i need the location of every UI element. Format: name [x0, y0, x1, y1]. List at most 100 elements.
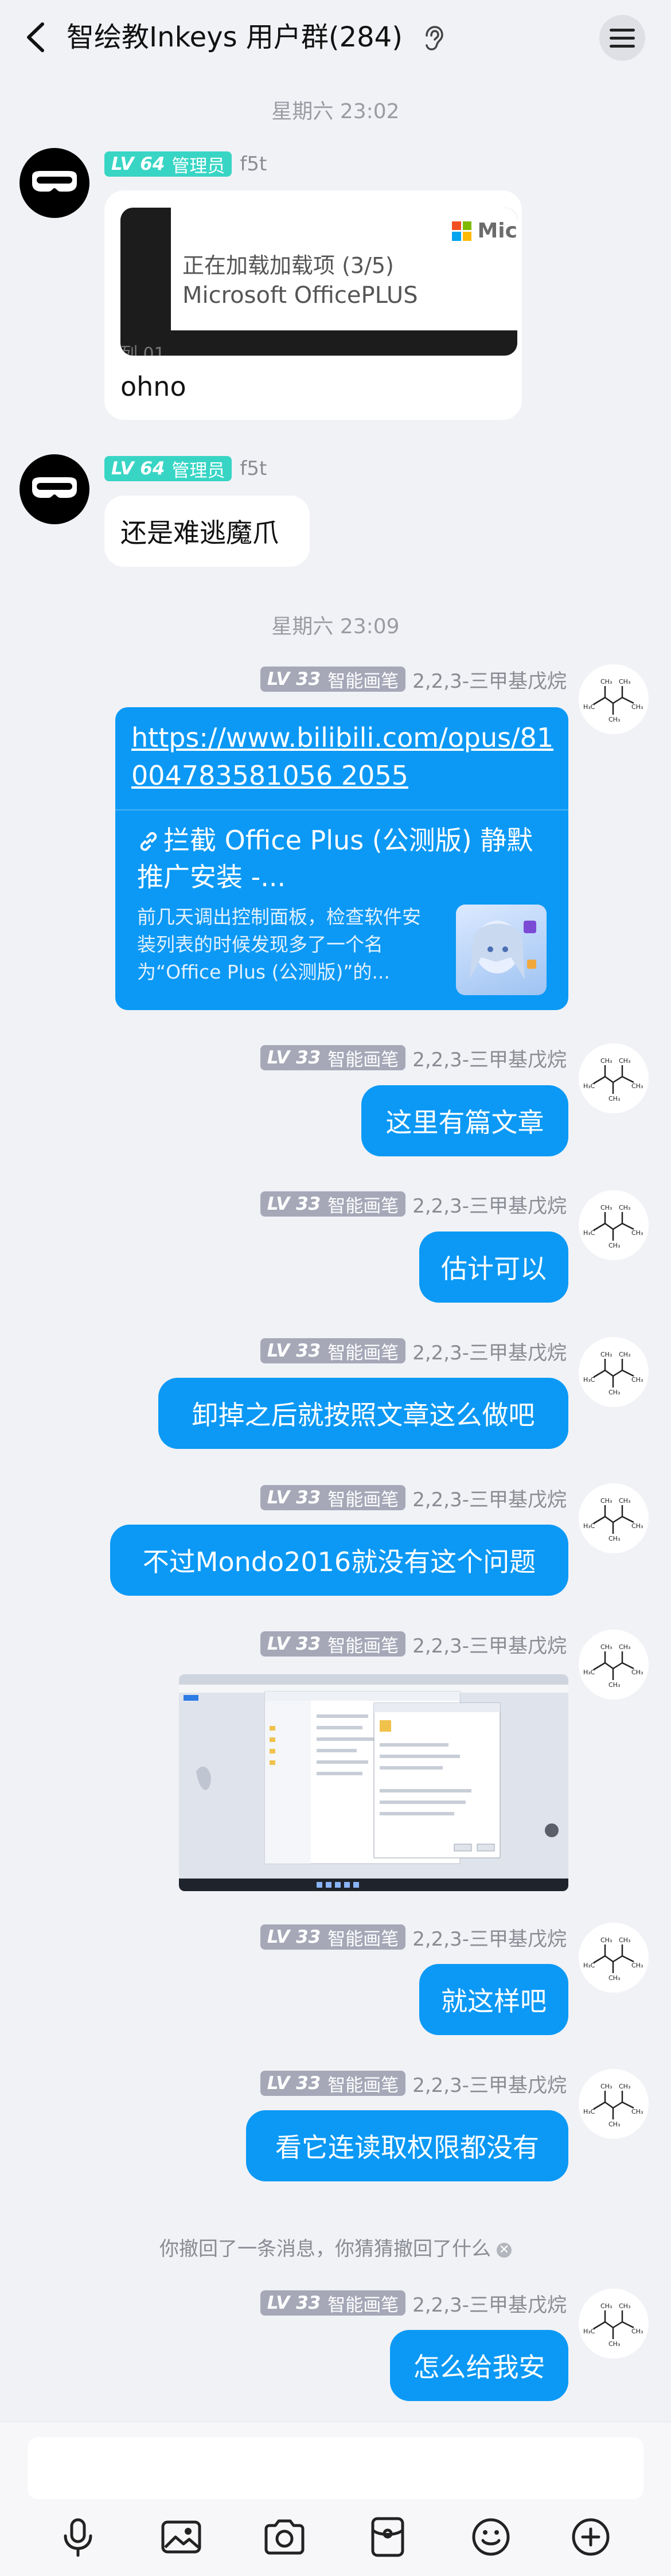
avatar-me[interactable]: H₃C CH₃ CH₃ CH₃ CH₃ — [579, 2069, 649, 2139]
anime-girl-thumbnail-icon — [470, 921, 536, 979]
menu-button[interactable] — [599, 15, 645, 61]
avatar-f5t[interactable] — [19, 148, 89, 218]
svg-text:CH₃: CH₃ — [619, 1936, 630, 1944]
molecule-structure-icon: H₃C CH₃ CH₃ CH₃ CH₃ — [583, 1351, 643, 1396]
sender-meta: LV 33 智能画笔 2,2,3-三甲基戊烷 — [260, 1923, 567, 1951]
message-bubble[interactable]: 还是难逃魔爪 — [104, 496, 310, 567]
svg-text:CH₃: CH₃ — [600, 1936, 612, 1944]
svg-text:CH₃: CH₃ — [608, 1389, 620, 1396]
sender-meta: LV 33 智能画笔 2,2,3-三甲基戊烷 — [260, 1044, 567, 1072]
divider — [115, 809, 568, 810]
message-bubble[interactable]: 估计可以 — [419, 1232, 568, 1303]
message-input[interactable] — [28, 2437, 643, 2499]
avatar-me[interactable]: H₃C CH₃ CH₃ CH₃ CH₃ — [579, 1630, 649, 1700]
message-text: 估计可以 — [441, 1253, 547, 1284]
svg-text:CH₃: CH₃ — [631, 1082, 643, 1090]
sender-name[interactable]: 2,2,3-三甲基戊烷 — [412, 1190, 567, 1218]
avatar-visor-icon — [32, 477, 77, 498]
microsoft-logo-icon — [452, 221, 472, 241]
svg-text:CH₃: CH₃ — [631, 1669, 643, 1676]
molecule-structure-icon: H₃C CH₃ CH₃ CH₃ CH₃ — [583, 1497, 643, 1542]
svg-text:CH₃: CH₃ — [608, 1681, 620, 1689]
avatar-f5t[interactable] — [19, 454, 89, 524]
message-bubble[interactable]: Mic 正在加载加载项 (3/5) Microsoft OfficePLUS 列… — [104, 190, 522, 420]
level-badge: LV 33 智能画笔 — [260, 1045, 406, 1070]
message-text: 还是难逃魔爪 — [120, 517, 279, 548]
screenshot-image[interactable]: Mic 正在加载加载项 (3/5) Microsoft OfficePLUS 列… — [120, 208, 517, 356]
chat-header: 智绘教Inkeys 用户群(284) — [0, 0, 671, 75]
link-description: 前几天调出控制面板，检查软件安装列表的时候发现多了一个名为“Office Plu… — [137, 906, 421, 983]
molecule-structure-icon: H₃C CH₃ CH₃ CH₃ CH₃ — [583, 2302, 643, 2348]
emoji-icon[interactable] — [468, 2514, 514, 2560]
sender-name[interactable]: 2,2,3-三甲基戊烷 — [412, 1044, 567, 1072]
sender-name[interactable]: 2,2,3-三甲基戊烷 — [412, 2289, 567, 2317]
message-bubble[interactable]: 怎么给我安 — [390, 2330, 568, 2401]
sender-name[interactable]: 2,2,3-三甲基戊烷 — [412, 665, 567, 693]
link-icon — [140, 832, 157, 851]
svg-text:CH₃: CH₃ — [619, 678, 630, 685]
sender-name[interactable]: 2,2,3-三甲基戊烷 — [412, 1484, 567, 1512]
sender-meta: LV 64 管理员 f5t — [104, 456, 267, 481]
svg-text:H₃C: H₃C — [583, 1229, 595, 1237]
level-badge: LV 33 智能画笔 — [260, 2290, 406, 2316]
message-bubble[interactable]: 就这样吧 — [419, 1964, 568, 2035]
red-packet-icon[interactable] — [365, 2514, 411, 2560]
sender-name[interactable]: f5t — [240, 153, 267, 176]
sender-name[interactable]: 2,2,3-三甲基戊烷 — [412, 1630, 567, 1658]
avatar-me[interactable]: H₃C CH₃ CH₃ CH₃ CH₃ — [579, 1043, 649, 1113]
desktop-screenshot-image[interactable] — [179, 1674, 568, 1891]
camera-icon[interactable] — [262, 2514, 307, 2560]
sender-name[interactable]: 2,2,3-三甲基戊烷 — [412, 1923, 567, 1951]
avatar-me[interactable]: H₃C CH₃ CH₃ CH₃ CH₃ — [579, 664, 649, 734]
message-bubble[interactable]: 这里有篇文章 — [361, 1085, 568, 1156]
plus-icon[interactable] — [568, 2514, 614, 2560]
background-text: 列 01 — [120, 344, 165, 356]
message-text: 看它连读取权限都没有 — [275, 2132, 539, 2163]
sender-meta: LV 33 智能画笔 2,2,3-三甲基戊烷 — [260, 2289, 567, 2317]
message-bubble[interactable]: 不过Mondo2016就没有这个问题 — [110, 1525, 568, 1596]
message-bubble[interactable]: 卸掉之后就按照文章这么做吧 — [158, 1378, 568, 1449]
ear-icon[interactable] — [422, 25, 445, 52]
link-share-card[interactable]: https://www.bilibili.com/opus/8100478358… — [115, 707, 568, 1010]
avatar-me[interactable]: H₃C CH₃ CH₃ CH₃ CH₃ — [579, 1923, 649, 1993]
message-text: 不过Mondo2016就没有这个问题 — [142, 1546, 536, 1577]
avatar-me[interactable]: H₃C CH₃ CH₃ CH₃ CH₃ — [579, 1337, 649, 1407]
level-badge: LV 33 智能画笔 — [260, 2071, 406, 2096]
svg-text:H₃C: H₃C — [583, 703, 595, 711]
sender-name[interactable]: f5t — [240, 457, 267, 480]
svg-text:CH₃: CH₃ — [631, 1962, 643, 1969]
level-badge: LV 33 智能画笔 — [260, 667, 406, 692]
svg-text:CH₃: CH₃ — [631, 703, 643, 711]
level-badge: LV 33 智能画笔 — [260, 1924, 406, 1950]
link-url[interactable]: https://www.bilibili.com/opus/8100478358… — [131, 719, 556, 794]
toast-status-text: 正在加载加载项 (3/5) — [182, 253, 394, 278]
link-title[interactable]: 拦截 Office Plus (公测版) 静默推广安装 -... — [137, 822, 550, 895]
svg-text:CH₃: CH₃ — [600, 2302, 612, 2310]
back-arrow-icon[interactable] — [22, 21, 50, 54]
sender-name[interactable]: 2,2,3-三甲基戊烷 — [412, 2070, 567, 2098]
svg-text:CH₃: CH₃ — [619, 1351, 630, 1358]
avatar-me[interactable]: H₃C CH₃ CH₃ CH₃ CH₃ — [579, 1190, 649, 1260]
close-icon[interactable]: ✕ — [497, 2242, 512, 2258]
svg-text:CH₃: CH₃ — [631, 2328, 643, 2335]
avatar-me[interactable]: H₃C CH₃ CH₃ CH₃ CH₃ — [579, 1483, 649, 1553]
group-title[interactable]: 智绘教Inkeys 用户群(284) — [67, 20, 403, 55]
svg-text:CH₃: CH₃ — [600, 1204, 612, 1211]
input-area — [0, 2422, 671, 2576]
level-badge: LV 33 智能画笔 — [260, 1338, 406, 1363]
microphone-icon[interactable] — [55, 2514, 101, 2560]
level-badge: LV 33 智能画笔 — [260, 1191, 406, 1217]
svg-text:CH₃: CH₃ — [631, 1229, 643, 1237]
time-separator: 星期六 23:09 — [271, 615, 400, 638]
message-text: ohno — [120, 371, 186, 402]
svg-text:CH₃: CH₃ — [600, 1643, 612, 1651]
sender-meta: LV 33 智能画笔 2,2,3-三甲基戊烷 — [260, 1484, 567, 1512]
svg-text:H₃C: H₃C — [583, 2108, 595, 2115]
image-icon[interactable] — [158, 2514, 204, 2560]
sender-name[interactable]: 2,2,3-三甲基戊烷 — [412, 1337, 567, 1365]
avatar-me[interactable]: H₃C CH₃ CH₃ CH₃ CH₃ — [579, 2289, 649, 2359]
level-badge: LV 64 管理员 — [104, 151, 232, 177]
molecule-structure-icon: H₃C CH₃ CH₃ CH₃ CH₃ — [583, 1643, 643, 1689]
svg-text:CH₃: CH₃ — [619, 1204, 630, 1211]
message-bubble[interactable]: 看它连读取权限都没有 — [246, 2110, 568, 2181]
